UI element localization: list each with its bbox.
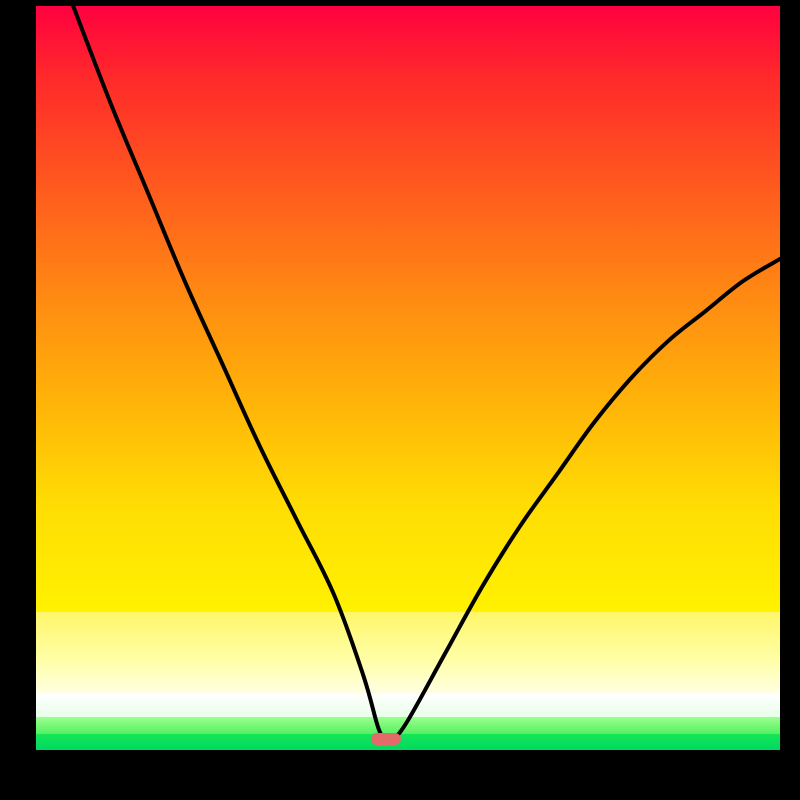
chart-frame: TheBottleneck.com — [0, 0, 800, 800]
curve-layer — [36, 6, 780, 750]
plot-area — [36, 6, 780, 750]
optimal-point-marker — [371, 733, 401, 745]
bottleneck-curve-path — [73, 6, 780, 741]
